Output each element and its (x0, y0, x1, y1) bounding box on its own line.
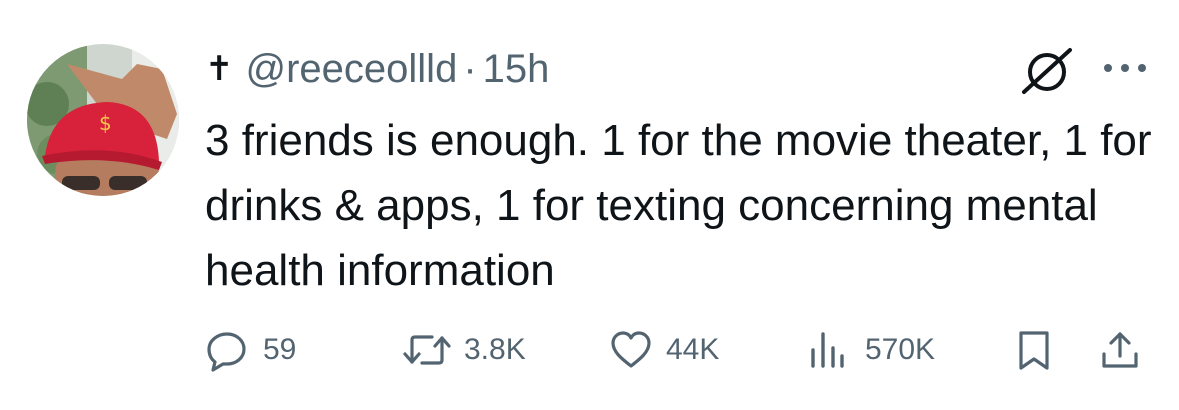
post-time[interactable]: 15h (483, 47, 550, 92)
views-icon (811, 332, 844, 368)
more-icon[interactable] (1100, 56, 1150, 80)
separator-dot: · (463, 46, 477, 91)
tweet-text: 3 friends is enough. 1 for the movie the… (205, 116, 1152, 295)
cross-symbol: ✝ (205, 49, 234, 89)
bookmark-button[interactable] (1012, 322, 1056, 378)
reply-count: 59 (263, 333, 297, 366)
repost-button[interactable]: 3.8K (400, 322, 526, 378)
post-header: ✝ @reeceollld · 15h (205, 44, 549, 94)
reply-button[interactable]: 59 (205, 322, 296, 378)
repost-count: 3.8K (464, 333, 526, 366)
action-bar: 59 3.8K 44K 570K (0, 322, 1179, 378)
repost-icon (403, 335, 451, 365)
share-button[interactable] (1098, 322, 1142, 378)
reply-icon (207, 332, 246, 372)
bookmark-icon (1019, 331, 1049, 370)
user-handle[interactable]: @reeceollld (246, 47, 458, 92)
avatar[interactable]: $ (27, 44, 179, 196)
like-count: 44K (666, 333, 720, 366)
grok-icon[interactable] (1018, 42, 1076, 100)
share-icon (1102, 332, 1138, 368)
like-icon (611, 331, 651, 368)
views-button[interactable]: 570K (805, 322, 935, 378)
views-count: 570K (865, 333, 936, 366)
svg-text:$: $ (99, 111, 112, 135)
like-button[interactable]: 44K (608, 322, 719, 378)
